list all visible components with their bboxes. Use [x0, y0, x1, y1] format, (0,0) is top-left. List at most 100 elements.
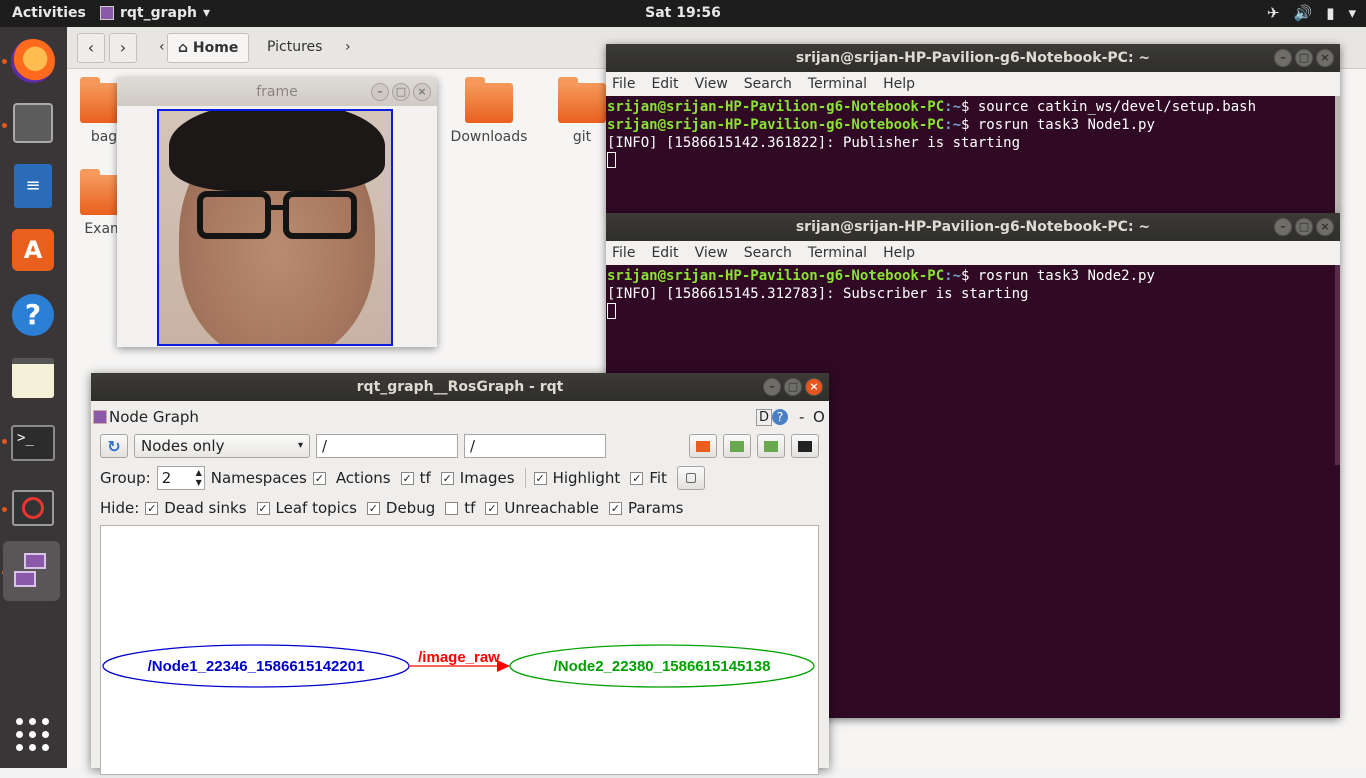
terminal-window-1[interactable]: srijan@srijan-HP-Pavilion-g6-Notebook-PC… — [606, 44, 1340, 214]
namespaces-checkbox[interactable]: Namespaces ✓ — [211, 469, 326, 487]
blocked-app-launcher[interactable] — [7, 482, 59, 534]
terminal-title[interactable]: srijan@srijan-HP-Pavilion-g6-Notebook-PC… — [606, 213, 1340, 241]
menu-view[interactable]: View — [695, 241, 728, 265]
unreachable-checkbox[interactable]: ✓ Unreachable — [485, 499, 599, 517]
back-button[interactable]: ‹ — [77, 33, 105, 63]
save-dot-button[interactable] — [723, 434, 751, 458]
checkbox[interactable]: ✓ — [366, 501, 380, 515]
checkbox[interactable]: ✓ — [312, 471, 326, 485]
close-button[interactable]: × — [1316, 49, 1334, 67]
checkbox[interactable]: ✓ — [533, 471, 547, 485]
help-launcher[interactable]: ? — [7, 289, 59, 341]
graph-mode-select[interactable]: Nodes only ▾ — [134, 434, 310, 458]
system-tray[interactable]: ✈ 🔊 ▮ ▾ — [1267, 4, 1356, 22]
menu-view[interactable]: View — [695, 72, 728, 96]
topic-label[interactable]: /image_raw — [418, 649, 500, 666]
params-checkbox[interactable]: ✓ Params — [609, 499, 683, 517]
close-button[interactable]: × — [805, 378, 823, 396]
save-svg-button[interactable] — [757, 434, 785, 458]
checkbox[interactable]: ✓ — [400, 471, 414, 485]
close-button[interactable]: × — [413, 83, 431, 101]
menu-terminal[interactable]: Terminal — [808, 241, 867, 265]
spin-arrows[interactable]: ▲ ▼ — [196, 468, 202, 488]
debug-checkbox[interactable]: ✓ Debug — [366, 499, 435, 517]
images-checkbox[interactable]: ✓ Images — [440, 469, 515, 487]
graph-canvas[interactable]: /Node1_22346_1586615142201 /image_raw /N… — [100, 525, 819, 775]
refresh-icon[interactable]: ↻ — [100, 434, 128, 458]
fit-in-view-button[interactable] — [676, 466, 705, 490]
menu-file[interactable]: File — [612, 72, 635, 96]
battery-icon[interactable]: ▮ — [1326, 4, 1334, 22]
highlight-checkbox[interactable]: ✓ Highlight — [533, 469, 620, 487]
minimize-button[interactable]: – — [1274, 218, 1292, 236]
tf-checkbox[interactable]: ✓ tf — [400, 469, 431, 487]
load-dot-button[interactable] — [689, 434, 717, 458]
menu-help[interactable]: Help — [883, 241, 915, 265]
breadcrumb-pictures[interactable]: Pictures — [257, 33, 332, 63]
minimize-button[interactable]: – — [371, 83, 389, 101]
menu-edit[interactable]: Edit — [651, 241, 678, 265]
terminal-scrollbar[interactable] — [1335, 265, 1340, 465]
rqt-graph-window[interactable]: rqt_graph__RosGraph - rqt – □ × Node Gra… — [91, 373, 829, 775]
fit-checkbox[interactable]: ✓ Fit — [630, 469, 667, 487]
leaf-topics-checkbox[interactable]: ✓ Leaf topics — [256, 499, 357, 517]
checkbox[interactable]: ✓ — [609, 501, 623, 515]
frame-window[interactable]: frame – □ × — [117, 78, 437, 347]
checkbox[interactable]: ✓ — [256, 501, 270, 515]
writer-launcher[interactable]: ≡ — [7, 160, 59, 212]
group-spinbox[interactable]: 2 ▲ ▼ — [156, 466, 205, 490]
maximize-button[interactable]: □ — [784, 378, 802, 396]
spin-up-icon[interactable]: ▲ — [196, 468, 202, 477]
node-filter-input[interactable]: / — [316, 434, 458, 458]
window-controls: – □ × — [371, 83, 431, 101]
plugin-minimize-button[interactable]: - — [799, 408, 804, 426]
checkbox[interactable]: ✓ — [485, 501, 499, 515]
actions-checkbox[interactable]: Actions — [336, 469, 391, 487]
checkbox[interactable]: ✓ — [440, 471, 454, 485]
maximize-button[interactable]: □ — [392, 83, 410, 101]
terminal-title[interactable]: srijan@srijan-HP-Pavilion-g6-Notebook-PC… — [606, 44, 1340, 72]
terminal-scrollbar[interactable] — [1335, 96, 1340, 214]
show-applications-button[interactable] — [7, 709, 59, 761]
rqt-launcher[interactable] — [3, 541, 60, 601]
minimize-button[interactable]: – — [1274, 49, 1292, 67]
volume-icon[interactable]: 🔊 — [1294, 4, 1313, 22]
maximize-button[interactable]: □ — [1295, 218, 1313, 236]
checkbox[interactable]: ✓ — [145, 501, 159, 515]
folder-open-icon — [696, 440, 710, 452]
spin-down-icon[interactable]: ▼ — [196, 478, 202, 487]
topic-filter-input[interactable]: / — [464, 434, 606, 458]
system-menu-arrow-icon[interactable]: ▾ — [1348, 4, 1356, 22]
checkbox[interactable] — [445, 501, 459, 515]
help-icon[interactable]: ? — [772, 409, 788, 425]
clock[interactable]: Sat 19:56 — [0, 5, 1366, 21]
menu-terminal[interactable]: Terminal — [808, 72, 867, 96]
graph-svg[interactable]: /Node1_22346_1586615142201 /image_raw /N… — [101, 526, 818, 774]
dead-sinks-checkbox[interactable]: ✓ Dead sinks — [145, 499, 247, 517]
checkbox[interactable]: ✓ — [630, 471, 644, 485]
rqt-title[interactable]: rqt_graph__RosGraph - rqt — [91, 373, 829, 401]
close-button[interactable]: × — [1316, 218, 1334, 236]
menu-search[interactable]: Search — [744, 72, 792, 96]
minimize-button[interactable]: – — [763, 378, 781, 396]
save-image-button[interactable] — [791, 434, 819, 458]
maximize-button[interactable]: □ — [1295, 49, 1313, 67]
breadcrumb-home[interactable]: ⌂ Home — [167, 33, 250, 63]
forward-button[interactable]: › — [109, 33, 137, 63]
menu-search[interactable]: Search — [744, 241, 792, 265]
text-editor-launcher[interactable] — [7, 352, 59, 404]
plugin-close-button[interactable]: O — [813, 408, 825, 426]
software-launcher[interactable]: A — [7, 224, 59, 276]
files-launcher[interactable] — [7, 97, 59, 149]
menu-help[interactable]: Help — [883, 72, 915, 96]
firefox-launcher[interactable] — [7, 35, 59, 87]
terminal-output[interactable]: srijan@srijan-HP-Pavilion-g6-Notebook-PC… — [606, 96, 1340, 214]
menu-file[interactable]: File — [612, 241, 635, 265]
hide-tf-checkbox[interactable]: tf — [445, 499, 475, 517]
crumb-scroll-right[interactable]: › — [335, 33, 361, 63]
terminal-launcher[interactable]: >_ — [7, 417, 59, 469]
plugin-dock-button[interactable]: D — [756, 408, 773, 426]
airplane-mode-icon[interactable]: ✈ — [1267, 4, 1280, 22]
menu-edit[interactable]: Edit — [651, 72, 678, 96]
folder-downloads[interactable]: Downloads — [444, 77, 534, 145]
